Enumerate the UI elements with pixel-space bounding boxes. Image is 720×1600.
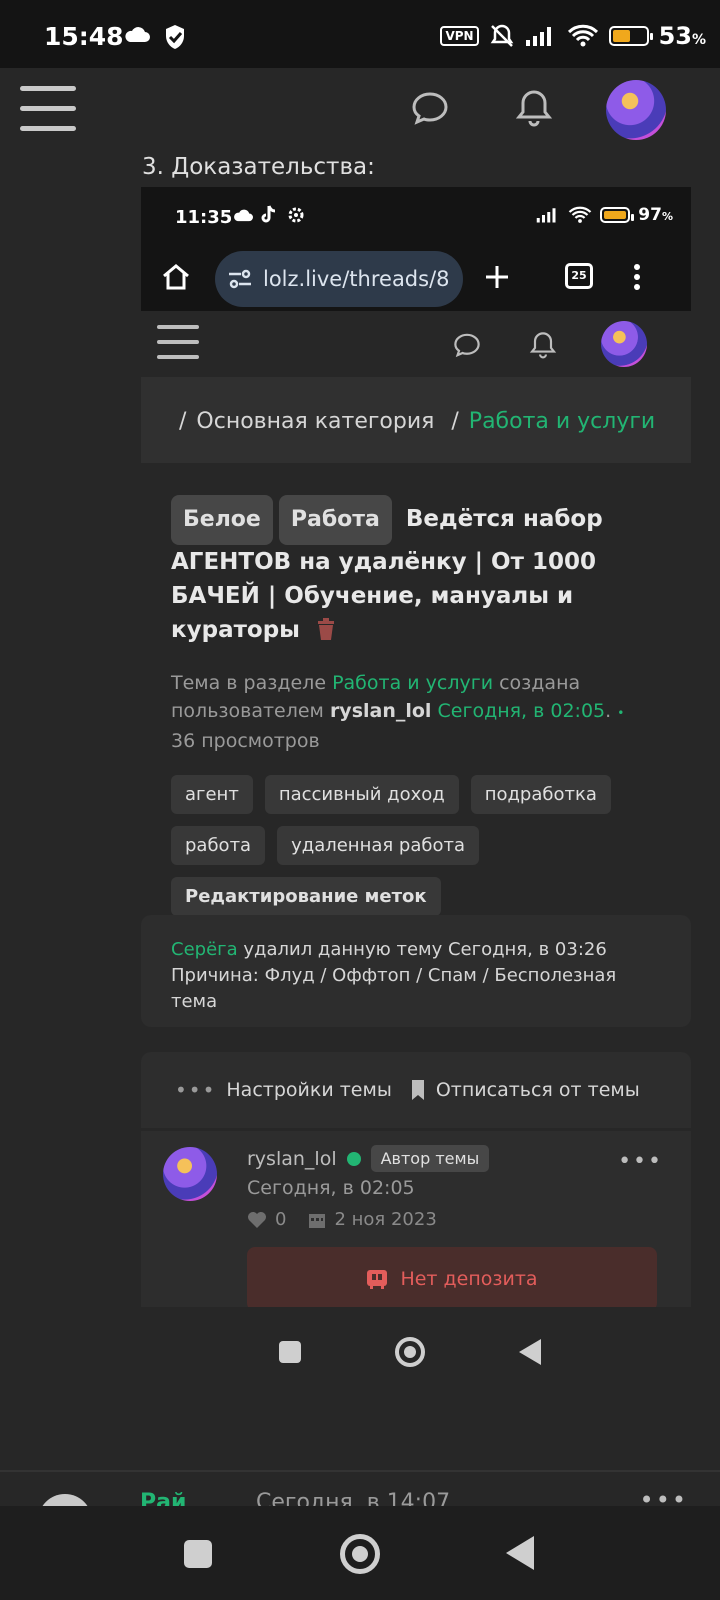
more-dots-icon[interactable]: ••• — [175, 1078, 216, 1102]
inner-status-bar: 11:35 97% — [141, 187, 691, 243]
next-post-preview: Рай Сегодня, в 14:07 ••• — [0, 1476, 720, 1506]
top-nav — [0, 68, 720, 154]
avatar[interactable] — [606, 80, 666, 140]
post-avatar[interactable] — [163, 1147, 217, 1201]
thread-title: Белое Работа Ведётся набор АГЕНТОВ на уда… — [171, 495, 661, 647]
home-button[interactable] — [340, 1534, 380, 1574]
divider — [0, 1470, 720, 1472]
inner-top-nav — [141, 311, 691, 377]
gear-icon — [288, 207, 304, 223]
recents-icon — [279, 1341, 301, 1363]
avatar[interactable] — [38, 1494, 92, 1506]
next-post-more-button[interactable]: ••• — [640, 1486, 688, 1506]
status-bar: 15:48 VPN 53% — [0, 0, 720, 68]
tag[interactable]: подработка — [470, 775, 611, 814]
tag-list: агент пассивный доход подработка работа … — [171, 775, 661, 916]
next-post-date[interactable]: Сегодня, в 14:07 — [256, 1490, 450, 1506]
home-button-icon — [395, 1337, 425, 1367]
breadcrumb-work-services[interactable]: Работа и услуги — [469, 409, 655, 434]
browser-toolbar: lolz.live/threads/8 25 — [141, 243, 691, 311]
breadcrumb-main-category[interactable]: Основная категория — [196, 409, 434, 434]
cloud-icon — [234, 209, 253, 222]
tag[interactable]: пассивный доход — [264, 775, 459, 814]
next-post-username[interactable]: Рай — [140, 1490, 186, 1506]
deposit-icon — [367, 1270, 388, 1289]
wifi-icon — [567, 24, 598, 47]
tag[interactable]: агент — [171, 775, 253, 814]
avatar[interactable] — [601, 321, 647, 367]
chat-icon[interactable] — [451, 329, 483, 361]
tab-switcher-button[interactable]: 25 — [565, 263, 593, 289]
trash-icon — [318, 618, 334, 640]
shield-check-icon — [166, 25, 184, 49]
chat-icon[interactable] — [408, 86, 452, 130]
system-nav-bar — [0, 1506, 720, 1600]
back-icon — [519, 1339, 541, 1365]
more-vert-icon[interactable] — [633, 263, 641, 291]
prefix-work[interactable]: Работа — [278, 495, 392, 545]
first-post: ryslan_lol Автор темы ••• Сегодня, в 02:… — [141, 1131, 691, 1311]
url-bar[interactable]: lolz.live/threads/8 — [215, 251, 463, 307]
clock: 15:48 — [44, 22, 124, 51]
evidence-screenshot: 11:35 97% lolz.live/threads/8 25 /Основн… — [141, 187, 691, 1405]
no-deposit-badge: Нет депозита — [247, 1247, 657, 1311]
url-text: lolz.live/threads/8 — [263, 267, 450, 291]
section-link[interactable]: Работа и услуги — [332, 672, 493, 694]
deletion-reason: Причина: Флуд / Оффтоп / Спам / Бесполез… — [171, 965, 617, 1012]
back-button[interactable] — [506, 1536, 534, 1570]
post-date[interactable]: Сегодня, в 02:05 — [247, 1177, 415, 1199]
moderator-link[interactable]: Серёга — [171, 939, 238, 960]
menu-icon[interactable] — [20, 86, 76, 134]
bookmark-icon[interactable] — [410, 1079, 426, 1101]
edit-tags-button[interactable]: Редактирование меток — [171, 877, 441, 916]
battery-icon — [608, 26, 653, 46]
calendar-icon — [309, 1213, 326, 1228]
inner-clock: 11:35 — [175, 207, 233, 228]
post-more-button[interactable]: ••• — [618, 1149, 663, 1174]
deletion-notice: Серёга удалил данную тему Сегодня, в 03:… — [141, 915, 691, 1027]
unsubscribe-button[interactable]: Отписаться от темы — [436, 1079, 640, 1101]
inner-system-nav — [141, 1307, 691, 1405]
heart-icon — [248, 1211, 266, 1228]
thread-actions: ••• Настройки темы Отписаться от темы — [141, 1052, 691, 1128]
home-icon[interactable] — [161, 263, 191, 291]
tag[interactable]: удаленная работа — [277, 826, 480, 865]
battery-percent: 97 — [638, 205, 662, 225]
online-indicator-icon — [346, 1151, 361, 1166]
battery-percent: 53 — [658, 22, 692, 50]
registration-date: 2 ноя 2023 — [334, 1209, 437, 1230]
battery-icon — [600, 207, 635, 223]
vpn-icon: VPN — [440, 26, 479, 46]
bell-icon[interactable] — [512, 86, 556, 130]
views-count: 36 просмотров — [171, 730, 320, 752]
thread-header: Белое Работа Ведётся набор АГЕНТОВ на уда… — [141, 471, 691, 916]
tag[interactable]: работа — [171, 826, 266, 865]
author-badge: Автор темы — [370, 1145, 490, 1172]
signal-icon — [525, 27, 551, 46]
thread-date[interactable]: Сегодня, в 02:05 — [438, 700, 606, 722]
recents-button[interactable] — [184, 1540, 212, 1568]
breadcrumb: / Основная категория / Работа и услуги — [141, 377, 691, 463]
tiktok-icon — [261, 205, 276, 223]
new-tab-icon[interactable] — [483, 263, 511, 291]
prefix-white[interactable]: Белое — [171, 495, 273, 545]
bell-muted-icon — [490, 24, 513, 47]
likes-count: 0 — [275, 1209, 287, 1230]
cloud-icon — [125, 27, 150, 42]
wifi-icon — [569, 206, 592, 223]
bell-icon[interactable] — [527, 329, 559, 361]
site-settings-icon[interactable] — [227, 269, 253, 289]
thread-meta: Тема в разделе Работа и услуги создана п… — [171, 672, 625, 752]
post-caption: 3. Доказательства: — [142, 154, 375, 180]
thread-author-link[interactable]: ryslan_lol — [330, 700, 432, 722]
menu-icon[interactable] — [157, 325, 199, 361]
post-username[interactable]: ryslan_lol — [247, 1148, 337, 1170]
signal-icon — [537, 208, 556, 223]
thread-settings-button[interactable]: Настройки темы — [226, 1079, 391, 1101]
